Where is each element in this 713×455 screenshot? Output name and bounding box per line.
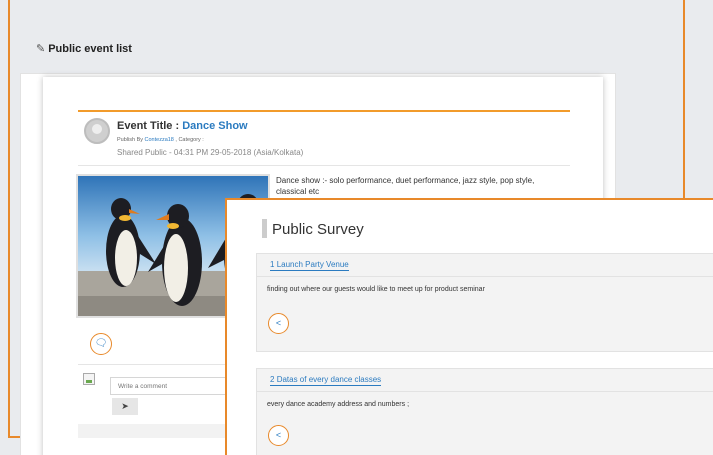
user-image-placeholder (83, 373, 95, 385)
title-accent-bar (262, 219, 267, 238)
survey-item-link[interactable]: 1 Launch Party Venue (270, 260, 349, 271)
send-icon: ➤ (121, 401, 129, 411)
event-card-footer (78, 424, 248, 438)
publisher-link[interactable]: Contezza18 (145, 137, 174, 143)
share-icon: < (275, 430, 282, 440)
event-list-heading: ✎ Public event list (36, 42, 132, 55)
share-button[interactable]: < (268, 313, 289, 334)
share-icon: < (275, 318, 282, 328)
survey-item: 1 Launch Party Venue finding out where o… (256, 253, 713, 352)
survey-item-header: 2 Datas of every dance classes (257, 369, 713, 392)
divider (78, 165, 570, 166)
share-button[interactable]: < (268, 425, 289, 446)
send-button[interactable]: ➤ (112, 398, 138, 415)
event-title: Event Title : Dance Show (117, 120, 248, 132)
comment-icon: 🗨 (94, 338, 108, 349)
survey-item-number: 2 (270, 375, 275, 384)
event-title-link[interactable]: Dance Show (182, 120, 247, 132)
event-list-title: Public event list (48, 43, 132, 55)
comment-button[interactable]: 🗨 (90, 333, 112, 355)
survey-item-header: 1 Launch Party Venue (257, 254, 713, 277)
survey-item: 2 Datas of every dance classes every dan… (256, 368, 713, 455)
survey-title: Public Survey (272, 221, 364, 238)
survey-item-title: Datas of every dance classes (276, 375, 382, 384)
avatar[interactable] (84, 118, 110, 144)
category-label: , Category : (173, 137, 204, 143)
publish-prefix: Publish By (117, 137, 145, 143)
event-shared-info: Shared Public - 04:31 PM 29-05-2018 (Asi… (117, 148, 304, 157)
survey-item-body: every dance academy address and numbers … (267, 401, 410, 408)
pencil-square-icon: ✎ (36, 43, 46, 55)
survey-item-body: finding out where our guests would like … (267, 286, 485, 293)
event-title-label: Event Title : (117, 120, 183, 132)
event-publisher: Publish By Contezza18 , Category : (117, 137, 204, 143)
event-description: Dance show :- solo performance, duet per… (276, 176, 535, 196)
comment-input[interactable] (110, 377, 240, 395)
survey-item-number: 1 (270, 260, 275, 269)
survey-item-title: Launch Party Venue (276, 260, 349, 269)
survey-item-link[interactable]: 2 Datas of every dance classes (270, 375, 382, 386)
